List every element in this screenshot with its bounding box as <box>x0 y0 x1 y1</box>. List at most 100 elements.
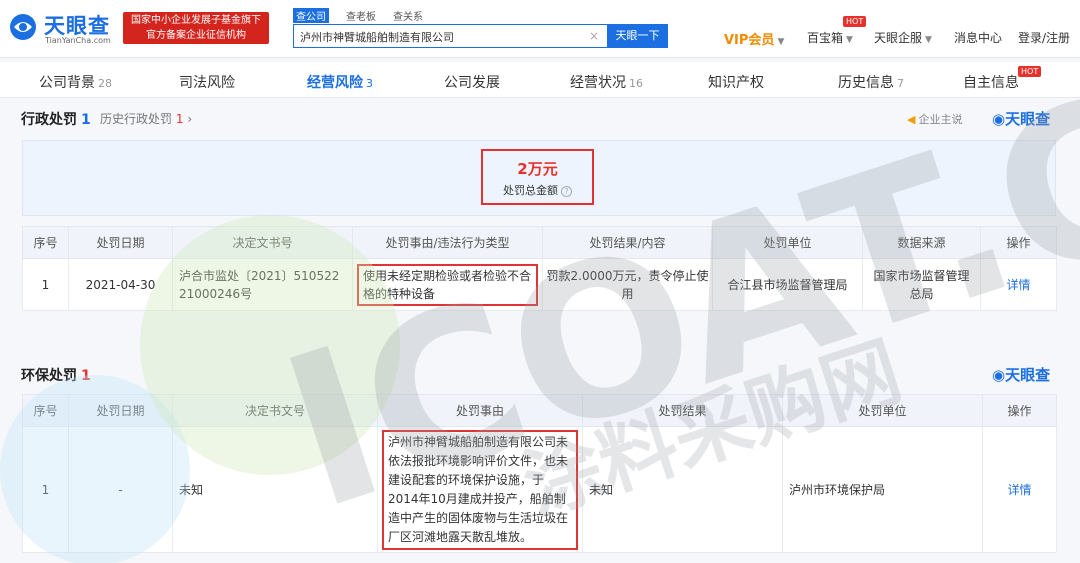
search-tab-relation[interactable]: 查关系 <box>390 8 426 23</box>
qifu-label: 天眼企服 <box>874 31 923 45</box>
summary-label-text: 处罚总金额 <box>503 184 558 197</box>
penalty-result: 未知 <box>582 426 783 553</box>
table-header-row: 序号 处罚日期 决定文书号 处罚事由/违法行为类型 处罚结果/内容 处罚单位 数… <box>22 226 1057 259</box>
decision-doc-number: 泸合市监处〔2021〕51052221000246号 <box>172 258 353 311</box>
history-admin-penalty-link[interactable]: 历史行政处罚 1 › <box>100 110 192 127</box>
penalty-total-box: 2万元 处罚总金额? <box>481 149 594 205</box>
brand-text: 天眼查 <box>1005 110 1051 128</box>
detail-link[interactable]: 详情 <box>1007 483 1031 497</box>
action-cell: 详情 <box>980 258 1057 311</box>
search-box: × <box>293 24 608 48</box>
penalty-unit: 泸州市环境保护局 <box>782 426 983 553</box>
search-button[interactable]: 天眼一下 <box>607 24 668 48</box>
tab-self-info[interactable]: 自主信息 <box>963 72 1019 92</box>
action-cell: 详情 <box>982 426 1057 553</box>
help-icon[interactable]: ? <box>561 186 572 197</box>
column-header: 处罚日期 <box>68 226 173 259</box>
hot-badge: HOT <box>843 16 867 27</box>
admin-penalty-table: 序号 处罚日期 决定文书号 处罚事由/违法行为类型 处罚结果/内容 处罚单位 数… <box>22 226 1057 311</box>
tab-label: 知识产权 <box>708 75 764 91</box>
brand-logo-icon: ◉ <box>992 110 1006 128</box>
penalty-total-amount: 2万元 <box>517 160 558 178</box>
tab-label: 经营状况 <box>570 75 626 91</box>
penalty-reason: 使用未经定期检验或者检验不合格的特种设备 <box>357 263 538 306</box>
section-count: 1 <box>81 368 91 384</box>
column-header: 决定书文号 <box>172 394 378 427</box>
chevron-down-icon: ▼ <box>777 37 785 47</box>
chevron-down-icon: ▼ <box>846 35 853 45</box>
column-header: 决定文书号 <box>172 226 353 259</box>
search-input[interactable] <box>300 30 580 43</box>
column-header: 数据来源 <box>862 226 981 259</box>
section-tabbar: 公司背景 28 司法风险 经营风险 3 公司发展 经营状况 16 知识产权 历史信息 7… <box>0 62 1080 98</box>
penalty-total-label: 处罚总金额? <box>483 182 592 198</box>
megaphone-icon: ◀ <box>907 113 916 126</box>
penalty-reason-cell: 使用未经定期检验或者检验不合格的特种设备 <box>352 258 543 311</box>
penalty-date: 2021-04-30 <box>68 258 173 311</box>
tab-label: 经营风险 <box>307 75 363 91</box>
tianyancha-brand: ◉天眼查 <box>992 108 1050 129</box>
tab-count: 16 <box>629 77 643 90</box>
search-tab-company[interactable]: 查公司 <box>293 8 329 23</box>
message-center-link[interactable]: 消息中心 <box>954 29 1002 46</box>
hot-badge: HOT <box>1018 66 1042 77</box>
section-count: 1 <box>81 112 91 128</box>
gov-badge-line1: 国家中小企业发展子基金旗下 <box>131 15 261 26</box>
baibao-label: 百宝箱 <box>807 31 844 45</box>
tab-label: 自主信息 <box>963 75 1019 91</box>
row-index: 1 <box>22 426 69 553</box>
baibao-menu[interactable]: 百宝箱 ▼ <box>807 29 853 46</box>
link-label: 历史行政处罚 <box>100 112 173 126</box>
column-header: 处罚日期 <box>68 394 173 427</box>
column-header: 操作 <box>980 226 1057 259</box>
detail-link[interactable]: 详情 <box>1006 278 1030 292</box>
column-header: 处罚事由 <box>377 394 583 427</box>
gov-badge-line2: 官方备案企业征信机构 <box>146 30 246 41</box>
site-logo[interactable]: 天眼查 TianYanCha.com <box>8 10 118 46</box>
penalty-date: - <box>68 426 173 553</box>
login-register-link[interactable]: 登录/注册 <box>1018 29 1070 46</box>
penalty-result: 罚款2.0000万元，责令停止使用 <box>542 258 713 311</box>
penalty-reason: 泸州市神臂城船舶制造有限公司未依法报批环境影响评价文件，也未建设配套的环境保护设… <box>382 429 578 550</box>
clear-icon[interactable]: × <box>589 29 599 43</box>
chevron-right-icon: › <box>187 112 193 126</box>
column-header: 处罚单位 <box>782 394 983 427</box>
top-header: 天眼查 TianYanCha.com 国家中小企业发展子基金旗下 官方备案企业征… <box>0 0 1080 58</box>
column-header: 处罚单位 <box>712 226 863 259</box>
brand-logo-icon: ◉ <box>992 366 1006 384</box>
tab-company-background[interactable]: 公司背景 28 <box>39 72 112 92</box>
env-penalty-title: 环保处罚 1 <box>21 365 91 385</box>
tab-count: 28 <box>98 77 112 90</box>
tab-label: 公司背景 <box>39 75 95 91</box>
tab-count: 3 <box>366 77 373 90</box>
chevron-down-icon: ▼ <box>925 35 932 45</box>
tab-operational-risk[interactable]: 经营风险 3 <box>307 72 373 92</box>
column-header: 操作 <box>982 394 1057 427</box>
tab-ip[interactable]: 知识产权 <box>708 72 764 92</box>
table-row: 1 - 未知 泸州市神臂城船舶制造有限公司未依法报批环境影响评价文件，也未建设配… <box>22 426 1057 553</box>
search-tab-boss[interactable]: 查老板 <box>343 8 379 23</box>
tab-company-development[interactable]: 公司发展 <box>444 72 500 92</box>
vip-menu[interactable]: VIP会员 ▼ <box>724 29 784 48</box>
qifu-menu[interactable]: 天眼企服 ▼ <box>874 29 932 46</box>
section-title-text: 环保处罚 <box>21 368 77 384</box>
table-header-row: 序号 处罚日期 决定书文号 处罚事由 处罚结果 处罚单位 操作 <box>22 394 1057 427</box>
tab-label: 公司发展 <box>444 75 500 91</box>
government-badge: 国家中小企业发展子基金旗下 官方备案企业征信机构 <box>123 12 269 44</box>
tab-judicial-risk[interactable]: 司法风险 <box>179 72 235 92</box>
tab-history[interactable]: 历史信息 7 <box>838 72 904 92</box>
row-index: 1 <box>22 258 69 311</box>
brand-text: 天眼查 <box>1005 366 1051 384</box>
owner-link-label: 企业主说 <box>918 113 963 126</box>
column-header: 序号 <box>22 394 69 427</box>
owner-says-link[interactable]: ◀ 企业主说 <box>907 111 962 127</box>
table-row: 1 2021-04-30 泸合市监处〔2021〕51052221000246号 … <box>22 258 1057 311</box>
column-header: 处罚结果 <box>582 394 783 427</box>
logo-subtitle: TianYanCha.com <box>45 36 111 45</box>
tab-operating-status[interactable]: 经营状况 16 <box>570 72 643 92</box>
data-source: 国家市场监督管理总局 <box>862 258 981 311</box>
column-header: 处罚事由/违法行为类型 <box>352 226 543 259</box>
tab-label: 司法风险 <box>179 75 235 91</box>
logo-eye-icon <box>10 14 36 40</box>
decision-doc-number: 未知 <box>172 426 378 553</box>
